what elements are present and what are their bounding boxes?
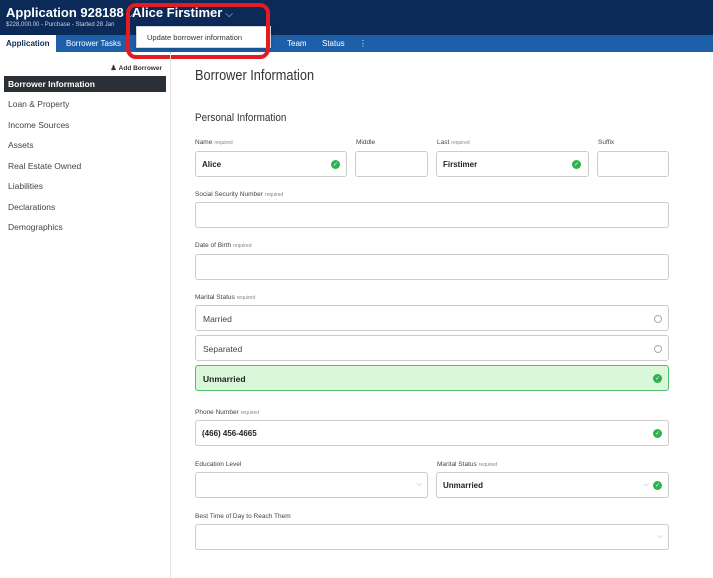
last-label: Last required bbox=[437, 139, 470, 146]
best-time-select[interactable]: ⌵ bbox=[195, 524, 669, 550]
nav-bar: Application Borrower Tasks Team Status ⋮ bbox=[0, 35, 713, 52]
more-menu-icon[interactable]: ⋮ bbox=[359, 35, 367, 52]
check-icon: ✓ bbox=[653, 429, 662, 438]
marital-option-married[interactable]: Married bbox=[195, 305, 669, 331]
sidebar-item-liabilities[interactable]: Liabilities bbox=[4, 178, 166, 194]
ssn-label: Social Security Number required bbox=[195, 191, 284, 198]
check-icon: ✓ bbox=[331, 160, 340, 169]
chevron-down-icon: ⌵ bbox=[657, 532, 663, 540]
phone-label: Phone Number required bbox=[195, 409, 260, 416]
phone-value: (466) 456-4665 bbox=[202, 429, 257, 438]
borrower-dropdown-menu: Update borrower information bbox=[136, 26, 271, 48]
education-label: Education Level bbox=[195, 461, 242, 468]
marital-option-separated[interactable]: Separated bbox=[195, 335, 669, 361]
sidebar-item-declarations[interactable]: Declarations bbox=[4, 199, 166, 215]
borrower-name: Alice Firstimer bbox=[132, 5, 223, 20]
tab-team[interactable]: Team bbox=[287, 35, 307, 52]
radio-icon bbox=[654, 315, 662, 323]
marital-option-label: Married bbox=[203, 314, 232, 324]
tab-status[interactable]: Status bbox=[322, 35, 345, 52]
marital-option-label: Separated bbox=[203, 344, 243, 354]
check-icon: ✓ bbox=[653, 481, 662, 490]
sidebar: ♟ Add Borrower Borrower Information Loan … bbox=[0, 52, 171, 578]
sidebar-item-borrower-information[interactable]: Borrower Information bbox=[4, 76, 166, 92]
middle-label: Middle bbox=[356, 139, 376, 146]
update-borrower-information-item[interactable]: Update borrower information bbox=[147, 33, 242, 42]
name-label: Name required bbox=[195, 139, 233, 146]
suffix-label: Suffix bbox=[598, 139, 615, 146]
application-subtitle: $228,000.00 - Purchase - Started 28 Jan bbox=[6, 22, 115, 28]
add-user-icon: ♟ bbox=[110, 65, 117, 72]
page-title: Borrower Information bbox=[195, 67, 315, 84]
first-name-value: Alice bbox=[202, 160, 222, 169]
best-time-label: Best Time of Day to Reach Them bbox=[195, 513, 291, 520]
marital-status-label: Marital Status required bbox=[195, 294, 256, 301]
chevron-down-icon: ⌵ bbox=[643, 480, 649, 488]
marital-option-unmarried[interactable]: Unmarried ✓ bbox=[195, 365, 669, 391]
section-title: Personal Information bbox=[195, 112, 287, 124]
application-selector[interactable]: Application 928188 ⌵ bbox=[6, 5, 134, 20]
middle-name-input[interactable] bbox=[355, 151, 428, 177]
marital-option-label: Unmarried bbox=[203, 374, 246, 384]
phone-input[interactable]: (466) 456-4665 ✓ bbox=[195, 420, 669, 446]
marital-status-select-value: Unmarried bbox=[443, 481, 484, 490]
education-select[interactable]: ⌵ bbox=[195, 472, 428, 498]
tab-borrower-tasks[interactable]: Borrower Tasks bbox=[66, 35, 121, 52]
dob-label: Date of Birth required bbox=[195, 242, 252, 249]
add-borrower-button[interactable]: ♟ Add Borrower bbox=[110, 64, 162, 72]
marital-status-select[interactable]: Unmarried ⌵ ✓ bbox=[436, 472, 669, 498]
sidebar-item-real-estate-owned[interactable]: Real Estate Owned bbox=[4, 158, 166, 174]
sidebar-item-demographics[interactable]: Demographics bbox=[4, 219, 166, 235]
application-title: Application 928188 bbox=[6, 5, 124, 20]
radio-icon bbox=[654, 345, 662, 353]
check-icon: ✓ bbox=[653, 374, 662, 383]
suffix-input[interactable] bbox=[597, 151, 669, 177]
ssn-input[interactable] bbox=[195, 202, 669, 228]
dob-input[interactable] bbox=[195, 254, 669, 280]
chevron-down-icon: ⌵ bbox=[225, 9, 233, 20]
sidebar-item-income-sources[interactable]: Income Sources bbox=[4, 117, 166, 133]
last-name-input[interactable]: Firstimer ✓ bbox=[436, 151, 589, 177]
top-bar: Application 928188 ⌵ $228,000.00 - Purcha… bbox=[0, 0, 713, 35]
add-borrower-label: Add Borrower bbox=[118, 65, 162, 72]
chevron-down-icon: ⌵ bbox=[416, 480, 422, 488]
last-name-value: Firstimer bbox=[443, 160, 478, 169]
sidebar-item-assets[interactable]: Assets bbox=[4, 137, 166, 153]
borrower-selector[interactable]: Alice Firstimer ⌵ bbox=[132, 5, 233, 20]
tab-application[interactable]: Application bbox=[0, 35, 56, 52]
first-name-input[interactable]: Alice ✓ bbox=[195, 151, 347, 177]
sidebar-item-loan-property[interactable]: Loan & Property bbox=[4, 96, 166, 112]
marital-status-2-label: Marital Status required bbox=[437, 461, 498, 468]
check-icon: ✓ bbox=[572, 160, 581, 169]
